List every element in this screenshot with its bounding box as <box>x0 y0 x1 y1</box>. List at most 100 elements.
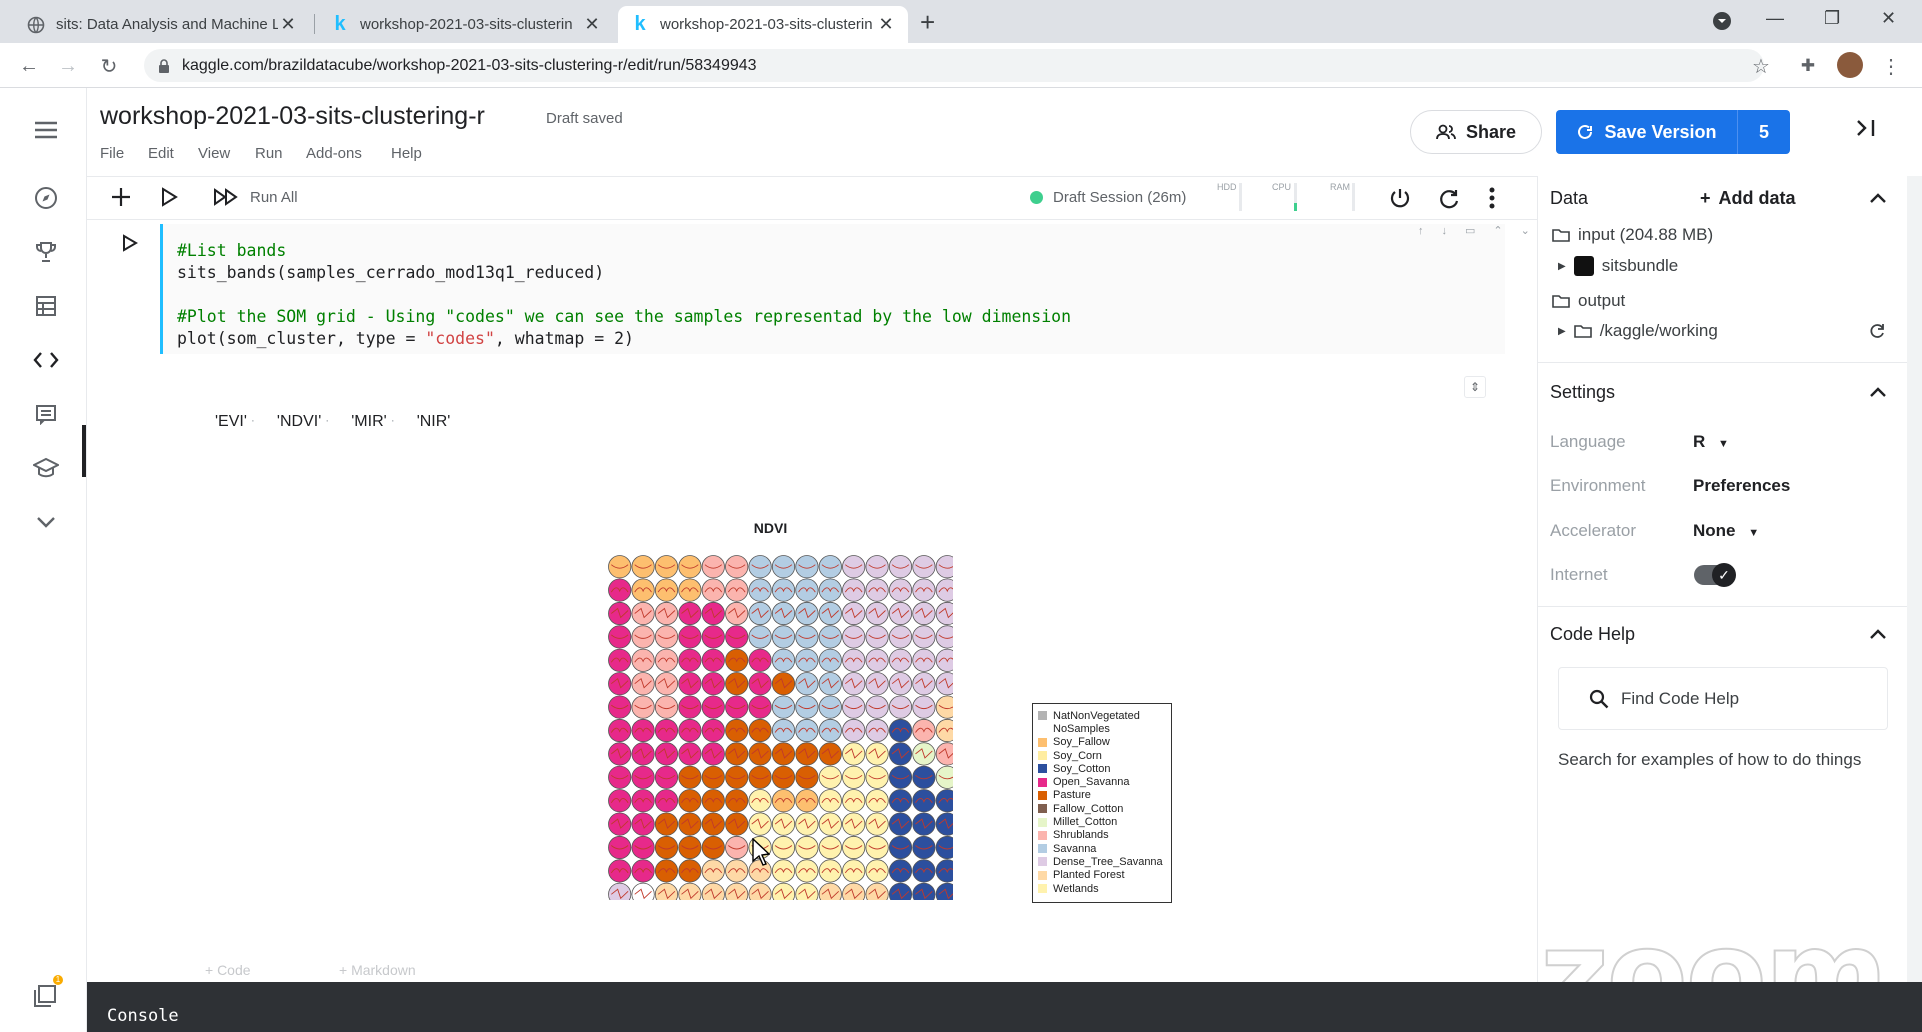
som-neuron <box>771 555 796 579</box>
language-select[interactable]: R ▼ <box>1693 432 1729 452</box>
legend-item: Fallow_Cotton <box>1038 802 1166 815</box>
internet-toggle[interactable]: ✓ <box>1694 563 1736 587</box>
chevron-up-icon[interactable] <box>1869 192 1887 204</box>
discussion-icon[interactable] <box>30 398 62 430</box>
compass-icon[interactable] <box>30 182 62 214</box>
minimize-icon[interactable]: — <box>1766 8 1784 29</box>
legend-item: Planted Forest <box>1038 869 1166 882</box>
extensions-icon[interactable]: ✚ <box>1795 53 1821 79</box>
close-icon[interactable]: ✕ <box>582 14 602 35</box>
more-options-icon[interactable] <box>1489 187 1495 209</box>
close-icon[interactable]: ✕ <box>876 14 896 35</box>
notebook-title[interactable]: workshop-2021-03-sits-clustering-r <box>100 102 485 131</box>
menu-help[interactable]: Help <box>391 145 422 162</box>
code-editor[interactable]: #List bands sits_bands(samples_cerrado_mo… <box>177 240 1071 350</box>
cell-toolbar[interactable]: ↑↓▭⌃⌄ <box>1418 224 1548 237</box>
environment-label: Environment <box>1550 476 1646 495</box>
forward-icon[interactable]: → <box>55 53 81 79</box>
back-icon[interactable]: ← <box>16 53 42 79</box>
code-cell[interactable]: #List bands sits_bands(samples_cerrado_mo… <box>160 224 1530 354</box>
menu-edit[interactable]: Edit <box>148 145 174 162</box>
hdd-meter-label: HDD <box>1217 182 1237 192</box>
collapse-output-button[interactable]: ⇕ <box>1464 376 1486 398</box>
chevron-down-icon[interactable] <box>30 506 62 538</box>
band-name: 'NDVI' <box>276 413 322 430</box>
restart-icon[interactable] <box>1437 187 1461 211</box>
legend-item: Soy_Corn <box>1038 749 1166 762</box>
menu-view[interactable]: View <box>198 145 230 162</box>
hamburger-menu-icon[interactable] <box>30 114 62 146</box>
som-neuron <box>818 555 842 579</box>
som-neuron <box>725 765 749 789</box>
legend-item: NatNonVegetated <box>1038 709 1166 722</box>
run-cell-button[interactable] <box>122 234 138 252</box>
right-panel-scrollbar[interactable] <box>1907 176 1922 982</box>
legend-label: Planted Forest <box>1053 869 1125 882</box>
run-all-icon[interactable] <box>213 187 239 207</box>
add-markdown-cell-button[interactable]: + Markdown <box>339 962 416 978</box>
trophy-icon[interactable] <box>30 236 62 268</box>
som-neuron <box>608 555 632 579</box>
menu-addons[interactable]: Add-ons <box>306 145 362 162</box>
som-neuron <box>912 695 936 719</box>
chevron-up-icon[interactable] <box>1869 628 1887 640</box>
share-button[interactable]: Share <box>1410 110 1542 154</box>
save-version-button[interactable]: Save Version 5 <box>1556 110 1790 154</box>
som-neuron <box>608 625 632 649</box>
avatar[interactable] <box>1837 52 1863 78</box>
run-all-label[interactable]: Run All <box>250 189 298 206</box>
find-code-help-input[interactable]: Find Code Help <box>1558 667 1888 730</box>
reload-icon[interactable]: ↻ <box>96 53 122 79</box>
bookmark-star-icon[interactable]: ☆ <box>1748 53 1774 79</box>
input-folder[interactable]: input (204.88 MB) <box>1552 225 1713 245</box>
som-neuron <box>842 835 866 860</box>
divider <box>1538 362 1922 363</box>
add-cell-icon[interactable] <box>111 187 131 207</box>
environment-value[interactable]: Preferences <box>1693 476 1790 496</box>
run-cell-icon[interactable] <box>160 187 178 207</box>
som-neuron <box>935 789 953 813</box>
menu-run[interactable]: Run <box>255 145 283 162</box>
close-icon[interactable]: ✕ <box>278 14 298 35</box>
dataset-item[interactable]: ▶ sitsbundle <box>1558 256 1678 276</box>
power-icon[interactable] <box>1388 187 1412 211</box>
profile-menu-icon[interactable] <box>1712 11 1732 31</box>
save-version-label: Save Version <box>1604 121 1717 142</box>
window-close-icon[interactable]: ✕ <box>1881 8 1896 29</box>
version-count[interactable]: 5 <box>1738 122 1790 143</box>
refresh-icon[interactable] <box>1868 322 1886 340</box>
working-folder[interactable]: ▶ /kaggle/working <box>1558 321 1718 341</box>
browser-tab-3[interactable]: k workshop-2021-03-sits-clusterin ✕ <box>618 6 908 43</box>
collapse-panel-icon[interactable] <box>1855 118 1877 138</box>
add-code-cell-button[interactable]: + Code <box>205 962 251 978</box>
maximize-icon[interactable]: ❐ <box>1824 8 1840 29</box>
accelerator-select[interactable]: None ▼ <box>1693 521 1759 541</box>
session-status[interactable]: Draft Session (26m) <box>1030 189 1186 206</box>
band-name: 'NIR' <box>416 413 451 430</box>
graduation-cap-icon[interactable] <box>30 452 62 484</box>
code-line: #Plot the SOM grid - Using "codes" we ca… <box>177 307 1072 326</box>
menu-file[interactable]: File <box>100 145 124 162</box>
chevron-up-icon[interactable] <box>1869 386 1887 398</box>
add-data-button[interactable]: + Add data <box>1700 188 1796 209</box>
browser-tab-1[interactable]: sits: Data Analysis and Machine L ✕ <box>14 6 310 43</box>
console-bar[interactable]: Console <box>87 982 1922 1032</box>
notifications-icon[interactable] <box>32 983 58 1009</box>
plot-legend: NatNonVegetated NoSamples Soy_Fallow Soy_Co… <box>1032 703 1172 903</box>
output-folder[interactable]: output <box>1552 291 1625 311</box>
address-bar[interactable]: kaggle.com/brazildatacube/workshop-2021-… <box>144 49 1764 82</box>
code-help-section-title: Code Help <box>1550 624 1636 644</box>
band-separator: · <box>250 413 255 427</box>
table-icon[interactable] <box>30 290 62 322</box>
legend-swatch <box>1038 844 1047 854</box>
som-neuron <box>935 648 953 672</box>
browser-menu-icon[interactable]: ⋮ <box>1878 53 1904 79</box>
save-icon <box>1576 123 1594 141</box>
browser-tab-2[interactable]: k workshop-2021-03-sits-clusterin ✕ <box>318 6 614 43</box>
code-icon[interactable] <box>30 344 62 376</box>
new-tab-button[interactable]: + <box>920 8 935 36</box>
divider <box>1538 606 1922 607</box>
tab-title: sits: Data Analysis and Machine L <box>56 16 278 33</box>
draft-status: Draft saved <box>546 110 623 127</box>
mouse-cursor <box>752 838 770 866</box>
